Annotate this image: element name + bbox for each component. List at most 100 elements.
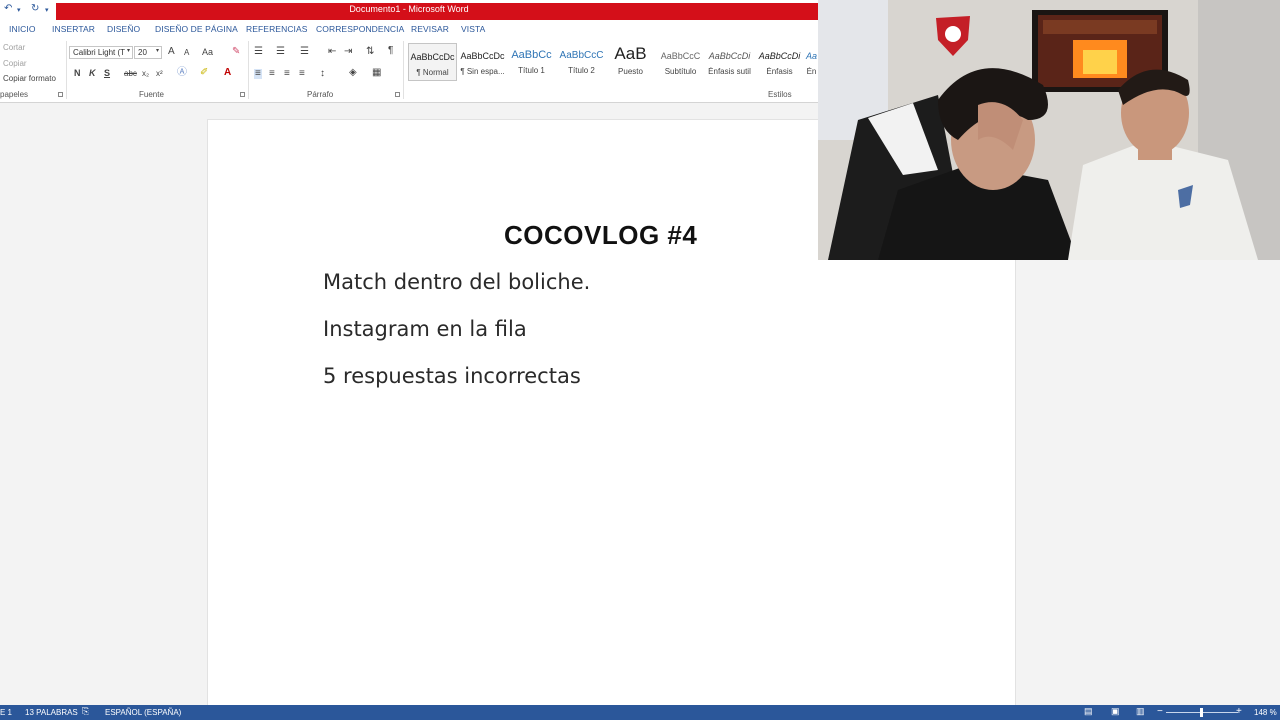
tab-correspondencia[interactable]: CORRESPONDENCIA — [316, 24, 404, 34]
paragraph-launcher-icon[interactable] — [395, 92, 400, 97]
line-spacing-icon[interactable]: ↕ — [320, 69, 325, 79]
document-line[interactable]: Instagram en la fila — [323, 317, 527, 341]
word-window: ↶ ▾ ↻ ▾ Documento1 - Microsoft Word INIC… — [0, 0, 1280, 720]
grow-font-icon[interactable]: A — [168, 47, 175, 57]
style-subtitulo[interactable]: AaBbCcC Subtítulo — [656, 43, 705, 81]
underline-button[interactable]: S — [104, 69, 110, 78]
tab-vista[interactable]: VISTA — [461, 24, 485, 34]
copy-button[interactable]: Copiar — [3, 59, 27, 68]
language-indicator[interactable]: ESPAÑOL (ESPAÑA) — [105, 708, 181, 717]
style-name: Título 2 — [568, 66, 595, 75]
font-name-dropdown-icon[interactable]: ▾ — [127, 48, 130, 54]
style-preview: AaB — [614, 44, 647, 63]
tab-revisar[interactable]: REVISAR — [411, 24, 449, 34]
font-launcher-icon[interactable] — [240, 92, 245, 97]
style-sin-espaciado[interactable]: AaBbCcDc ¶ Sin espa... — [458, 43, 507, 81]
divider — [403, 41, 404, 99]
change-case-icon[interactable]: Aa — [202, 48, 213, 57]
font-size-dropdown-icon[interactable]: ▾ — [156, 48, 159, 54]
word-count[interactable]: 13 PALABRAS — [25, 708, 78, 717]
zoom-level[interactable]: 148 % — [1254, 708, 1277, 717]
tab-diseno[interactable]: DISEÑO — [107, 24, 140, 34]
style-name: Énfasis sutil — [708, 67, 751, 76]
proofing-icon[interactable]: ⎘ — [82, 706, 89, 717]
tab-inicio[interactable]: INICIO — [9, 24, 36, 34]
shrink-font-icon[interactable]: A — [184, 49, 189, 57]
window-title-wrap: Documento1 - Microsoft Word — [0, 4, 818, 14]
style-preview: AaBbCcC — [559, 50, 604, 61]
align-right-icon[interactable]: ≡ — [284, 69, 290, 79]
style-preview: AaBbCcDc — [410, 52, 455, 62]
font-name-value: Calibri Light (T — [73, 48, 126, 57]
increase-indent-icon[interactable]: ⇥ — [344, 47, 352, 57]
title-bar: ↶ ▾ ↻ ▾ Documento1 - Microsoft Word — [0, 0, 818, 21]
shading-icon[interactable]: ◈ — [349, 68, 357, 78]
italic-button[interactable]: K — [89, 69, 96, 78]
style-preview: AaBbCc — [511, 49, 552, 61]
cut-button[interactable]: Cortar — [3, 43, 25, 52]
print-layout-icon[interactable]: ▣ — [1111, 706, 1120, 717]
clipboard-launcher-icon[interactable] — [58, 92, 63, 97]
ribbon: Cortar Copiar Copiar formato papeles Cal… — [0, 37, 818, 103]
bold-button[interactable]: N — [74, 69, 81, 78]
ribbon-tabs: INICIO INSERTAR DISEÑO DISEÑO DE PÁGINA … — [0, 21, 818, 37]
zoom-out-icon[interactable]: − — [1157, 706, 1163, 717]
document-line[interactable]: Match dentro del boliche. — [323, 270, 590, 294]
font-name-select[interactable]: Calibri Light (T — [69, 46, 133, 59]
zoom-slider-thumb[interactable] — [1199, 708, 1203, 717]
web-layout-icon[interactable]: ▥ — [1136, 706, 1145, 717]
tab-diseno-de-pagina[interactable]: DISEÑO DE PÁGINA — [155, 24, 238, 34]
style-name: Énfasis — [766, 67, 793, 76]
style-preview: AaBbCcDc — [460, 51, 505, 61]
numbering-icon[interactable]: ☰ — [276, 47, 285, 57]
style-enfasis[interactable]: AaBbCcDi Énfasis — [755, 43, 804, 81]
font-group-label: Fuente — [139, 90, 164, 99]
webcam-overlay — [818, 0, 1280, 260]
strikethrough-button[interactable]: abc — [124, 70, 137, 78]
paragraph-group-label: Párrafo — [307, 90, 334, 99]
document-heading[interactable]: COCOVLOG #4 — [504, 220, 697, 251]
highlight-icon[interactable]: ✐ — [200, 68, 208, 78]
webcam-image — [818, 0, 1280, 260]
style-name: Puesto — [618, 67, 643, 76]
style-enfasis-sutil[interactable]: AaBbCcDi Énfasis sutil — [705, 43, 754, 81]
borders-icon[interactable]: ▦ — [372, 68, 381, 78]
document-line[interactable]: 5 respuestas incorrectas — [323, 364, 581, 388]
align-center-icon[interactable]: ≡ — [269, 69, 275, 79]
font-color-icon[interactable]: A — [224, 68, 231, 78]
style-titulo-1[interactable]: AaBbCc Título 1 — [507, 43, 556, 81]
style-normal[interactable]: AaBbCcDc ¶ Normal — [408, 43, 457, 81]
superscript-button[interactable]: x² — [156, 70, 163, 78]
page-indicator[interactable]: E 1 — [0, 708, 12, 717]
status-bar: E 1 13 PALABRAS ⎘ ESPAÑOL (ESPAÑA) ▤ ▣ ▥… — [0, 705, 1280, 720]
style-preview: AaBbCcDi — [758, 51, 801, 61]
read-mode-icon[interactable]: ▤ — [1084, 706, 1093, 717]
style-name: Título 1 — [518, 66, 545, 75]
divider — [248, 41, 249, 99]
text-effects-icon[interactable]: Ⓐ — [177, 68, 187, 78]
style-enfasis-intenso[interactable]: Aa Én — [805, 43, 818, 81]
zoom-in-icon[interactable]: + — [1236, 706, 1242, 717]
justify-icon[interactable]: ≡ — [299, 69, 305, 79]
style-preview: Aa — [805, 51, 817, 61]
style-titulo-2[interactable]: AaBbCcC Título 2 — [557, 43, 606, 81]
subscript-button[interactable]: x₂ — [142, 70, 149, 78]
style-puesto[interactable]: AaB Puesto — [606, 43, 655, 81]
clear-formatting-icon[interactable]: ✎ — [232, 47, 240, 57]
format-painter-button[interactable]: Copiar formato — [3, 74, 56, 83]
style-name: Subtítulo — [664, 67, 697, 76]
decrease-indent-icon[interactable]: ⇤ — [328, 47, 336, 57]
style-preview: AaBbCcDi — [708, 51, 751, 61]
bullets-icon[interactable]: ☰ — [254, 47, 263, 57]
multilevel-list-icon[interactable]: ☰ — [300, 47, 309, 57]
style-name: ¶ Sin espa... — [460, 67, 505, 76]
window-title: Documento1 - Microsoft Word — [349, 4, 469, 14]
sort-icon[interactable]: ⇅ — [366, 47, 374, 57]
font-size-value: 20 — [138, 48, 147, 57]
align-left-icon[interactable]: ≡ — [254, 69, 262, 79]
style-name: Én — [806, 67, 817, 76]
divider — [66, 41, 67, 99]
show-marks-icon[interactable]: ¶ — [388, 46, 393, 56]
tab-referencias[interactable]: REFERENCIAS — [246, 24, 308, 34]
tab-insertar[interactable]: INSERTAR — [52, 24, 95, 34]
